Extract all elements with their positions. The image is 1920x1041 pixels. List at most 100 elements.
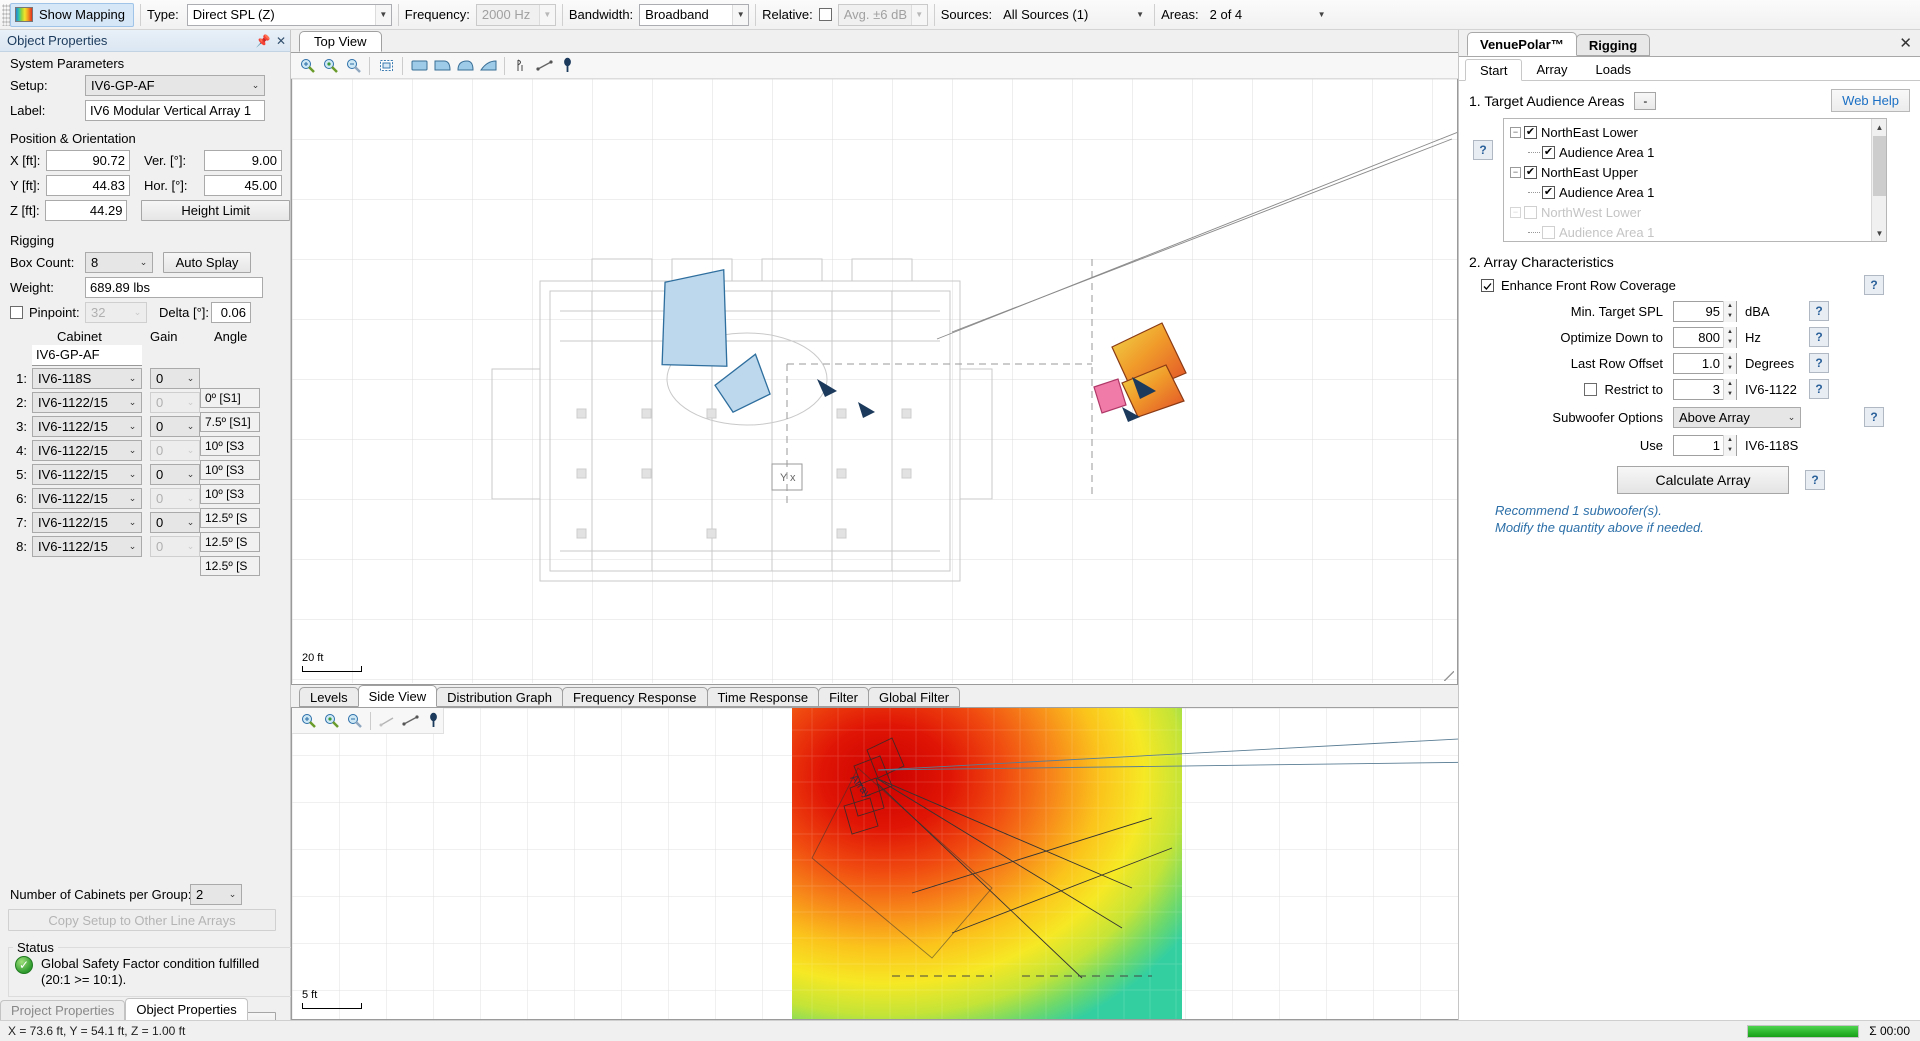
calculate-array-button[interactable]: Calculate Array bbox=[1617, 466, 1789, 494]
zoom-fit-icon[interactable] bbox=[321, 711, 341, 731]
chevron-down-icon[interactable]: ▼ bbox=[539, 5, 555, 25]
angle-field-6[interactable]: 12.5º [S bbox=[200, 508, 260, 528]
scroll-up-icon[interactable]: ▲ bbox=[1872, 119, 1887, 135]
line-icon[interactable] bbox=[400, 711, 420, 731]
chevron-down-icon[interactable]: ⌄ bbox=[124, 397, 141, 408]
gain-select-2[interactable]: 0⌄ bbox=[150, 392, 200, 413]
x-input[interactable]: 90.72 bbox=[46, 150, 130, 171]
label-input[interactable]: IV6 Modular Vertical Array 1 bbox=[85, 100, 265, 121]
cabinet-select-8[interactable]: IV6-1122/15⌄ bbox=[32, 536, 142, 557]
gain-select-1[interactable]: 0⌄ bbox=[150, 368, 200, 389]
frequency-select[interactable]: 2000 Hz ▼ bbox=[476, 4, 556, 26]
chevron-down-icon[interactable]: ⌄ bbox=[182, 493, 199, 504]
scrollbar-thumb[interactable] bbox=[1873, 136, 1886, 196]
close-icon[interactable]: ✕ bbox=[272, 34, 290, 48]
collapse-button[interactable]: - bbox=[1634, 92, 1656, 110]
chevron-down-icon[interactable]: ⌄ bbox=[182, 397, 199, 408]
angle-field-5[interactable]: 10º [S3 bbox=[200, 484, 260, 504]
tab-frequency-response[interactable]: Frequency Response bbox=[562, 687, 708, 707]
chevron-down-icon[interactable]: ⌄ bbox=[247, 80, 264, 91]
subwoofer-options-select[interactable]: Above Array ⌄ bbox=[1673, 407, 1801, 428]
subtab-start[interactable]: Start bbox=[1465, 59, 1522, 81]
cabinet-select-5[interactable]: IV6-1122/15⌄ bbox=[32, 464, 142, 485]
sources-select[interactable]: All Sources (1) ▼ bbox=[998, 4, 1148, 26]
height-limit-button[interactable]: Height Limit bbox=[141, 200, 290, 221]
tree-checkbox[interactable]: ✔ bbox=[1524, 126, 1537, 139]
pinpoint-select[interactable]: 32 ⌄ bbox=[85, 302, 147, 323]
gain-select-3[interactable]: 0⌄ bbox=[150, 416, 200, 437]
cabinet-select-6[interactable]: IV6-1122/15⌄ bbox=[32, 488, 142, 509]
chevron-down-icon[interactable]: ▼ bbox=[732, 5, 748, 25]
ver-input[interactable]: 9.00 bbox=[204, 150, 282, 171]
restrict-to-checkbox[interactable] bbox=[1584, 383, 1597, 396]
chevron-down-icon[interactable]: ▼ bbox=[1132, 5, 1148, 25]
tree-checkbox[interactable]: ✔ bbox=[1542, 146, 1555, 159]
line-icon[interactable] bbox=[534, 56, 554, 76]
delta-input[interactable]: 0.06 bbox=[211, 302, 251, 323]
chevron-down-icon[interactable]: ⌄ bbox=[135, 257, 152, 268]
zoom-in-icon[interactable] bbox=[297, 56, 317, 76]
help-icon[interactable]: ? bbox=[1473, 140, 1493, 160]
help-icon[interactable]: ? bbox=[1864, 407, 1884, 427]
chevron-down-icon[interactable]: ⌄ bbox=[182, 373, 199, 384]
restrict-to-stepper[interactable]: ▲▼ bbox=[1723, 379, 1736, 400]
box-count-select[interactable]: 8 ⌄ bbox=[85, 252, 153, 273]
toolbar-grip[interactable] bbox=[2, 4, 10, 26]
tree-node[interactable]: Audience Area 1 bbox=[1508, 222, 1886, 242]
hor-input[interactable]: 45.00 bbox=[204, 175, 282, 196]
chevron-down-icon[interactable]: ⌄ bbox=[124, 469, 141, 480]
help-icon[interactable]: ? bbox=[1805, 470, 1825, 490]
chevron-down-icon[interactable]: ⌄ bbox=[182, 469, 199, 480]
restrict-to-input[interactable]: 3 ▲▼ bbox=[1673, 379, 1737, 400]
tab-rigging[interactable]: Rigging bbox=[1576, 34, 1650, 56]
tree-expander-icon[interactable]: − bbox=[1510, 207, 1521, 218]
auto-splay-button[interactable]: Auto Splay bbox=[163, 252, 251, 273]
chevron-down-icon[interactable]: ⌄ bbox=[124, 517, 141, 528]
cabinet-select-4[interactable]: IV6-1122/15⌄ bbox=[32, 440, 142, 461]
chevron-down-icon[interactable]: ⌄ bbox=[124, 493, 141, 504]
z-input[interactable]: 44.29 bbox=[45, 200, 127, 221]
help-icon[interactable]: ? bbox=[1864, 275, 1884, 295]
show-mapping-button[interactable]: Show Mapping bbox=[10, 3, 134, 27]
copy-setup-button[interactable]: Copy Setup to Other Line Arrays bbox=[8, 909, 276, 931]
subtab-array[interactable]: Array bbox=[1522, 58, 1581, 80]
angle-field-2[interactable]: 7.5º [S1] bbox=[200, 412, 260, 432]
tree-expander-icon[interactable]: − bbox=[1510, 167, 1521, 178]
chevron-down-icon[interactable]: ▼ bbox=[1314, 5, 1330, 25]
angle-field-4[interactable]: 10º [S3 bbox=[200, 460, 260, 480]
help-icon[interactable]: ? bbox=[1809, 327, 1829, 347]
tab-venuepolar[interactable]: VenuePolar™ bbox=[1467, 32, 1577, 56]
gain-select-5[interactable]: 0⌄ bbox=[150, 464, 200, 485]
tree-node[interactable]: −NorthWest Lower bbox=[1508, 202, 1886, 222]
tab-filter[interactable]: Filter bbox=[818, 687, 869, 707]
chevron-down-icon[interactable]: ⌄ bbox=[182, 517, 199, 528]
top-view-canvas[interactable]: Y x bbox=[291, 79, 1458, 685]
help-icon[interactable]: ? bbox=[1809, 379, 1829, 399]
gain-select-6[interactable]: 0⌄ bbox=[150, 488, 200, 509]
relative-checkbox[interactable] bbox=[819, 8, 832, 21]
tree-checkbox[interactable] bbox=[1524, 206, 1537, 219]
subtab-loads[interactable]: Loads bbox=[1582, 58, 1645, 80]
type-select[interactable]: Direct SPL (Z) ▼ bbox=[187, 4, 392, 26]
angle-field-1[interactable]: 0º [S1] bbox=[200, 388, 260, 408]
tab-object-properties[interactable]: Object Properties bbox=[125, 998, 247, 1020]
measure-icon[interactable] bbox=[511, 56, 531, 76]
mic-icon[interactable] bbox=[557, 56, 577, 76]
last-row-offset-input[interactable]: 1.0 ▲▼ bbox=[1673, 353, 1737, 374]
resize-grip[interactable] bbox=[1444, 671, 1454, 681]
chevron-down-icon[interactable]: ⌄ bbox=[1783, 412, 1800, 423]
use-stepper[interactable]: ▲▼ bbox=[1723, 435, 1736, 456]
tree-node[interactable]: −✔NorthEast Lower bbox=[1508, 122, 1886, 142]
pin-icon[interactable]: 📌 bbox=[254, 34, 272, 48]
chevron-down-icon[interactable]: ⌄ bbox=[182, 445, 199, 456]
chevron-down-icon[interactable]: ⌄ bbox=[224, 889, 241, 900]
cabinet-select-2[interactable]: IV6-1122/15⌄ bbox=[32, 392, 142, 413]
polygon-area-icon[interactable] bbox=[478, 56, 498, 76]
optimize-down-input[interactable]: 800 ▲▼ bbox=[1673, 327, 1737, 348]
tab-global-filter[interactable]: Global Filter bbox=[868, 687, 960, 707]
tree-checkbox[interactable]: ✔ bbox=[1524, 166, 1537, 179]
tab-project-properties[interactable]: Project Properties bbox=[0, 1000, 125, 1020]
chevron-down-icon[interactable]: ⌄ bbox=[129, 307, 146, 318]
quarter-area-icon[interactable] bbox=[432, 56, 452, 76]
tree-node[interactable]: ✔Audience Area 1 bbox=[1508, 142, 1886, 162]
